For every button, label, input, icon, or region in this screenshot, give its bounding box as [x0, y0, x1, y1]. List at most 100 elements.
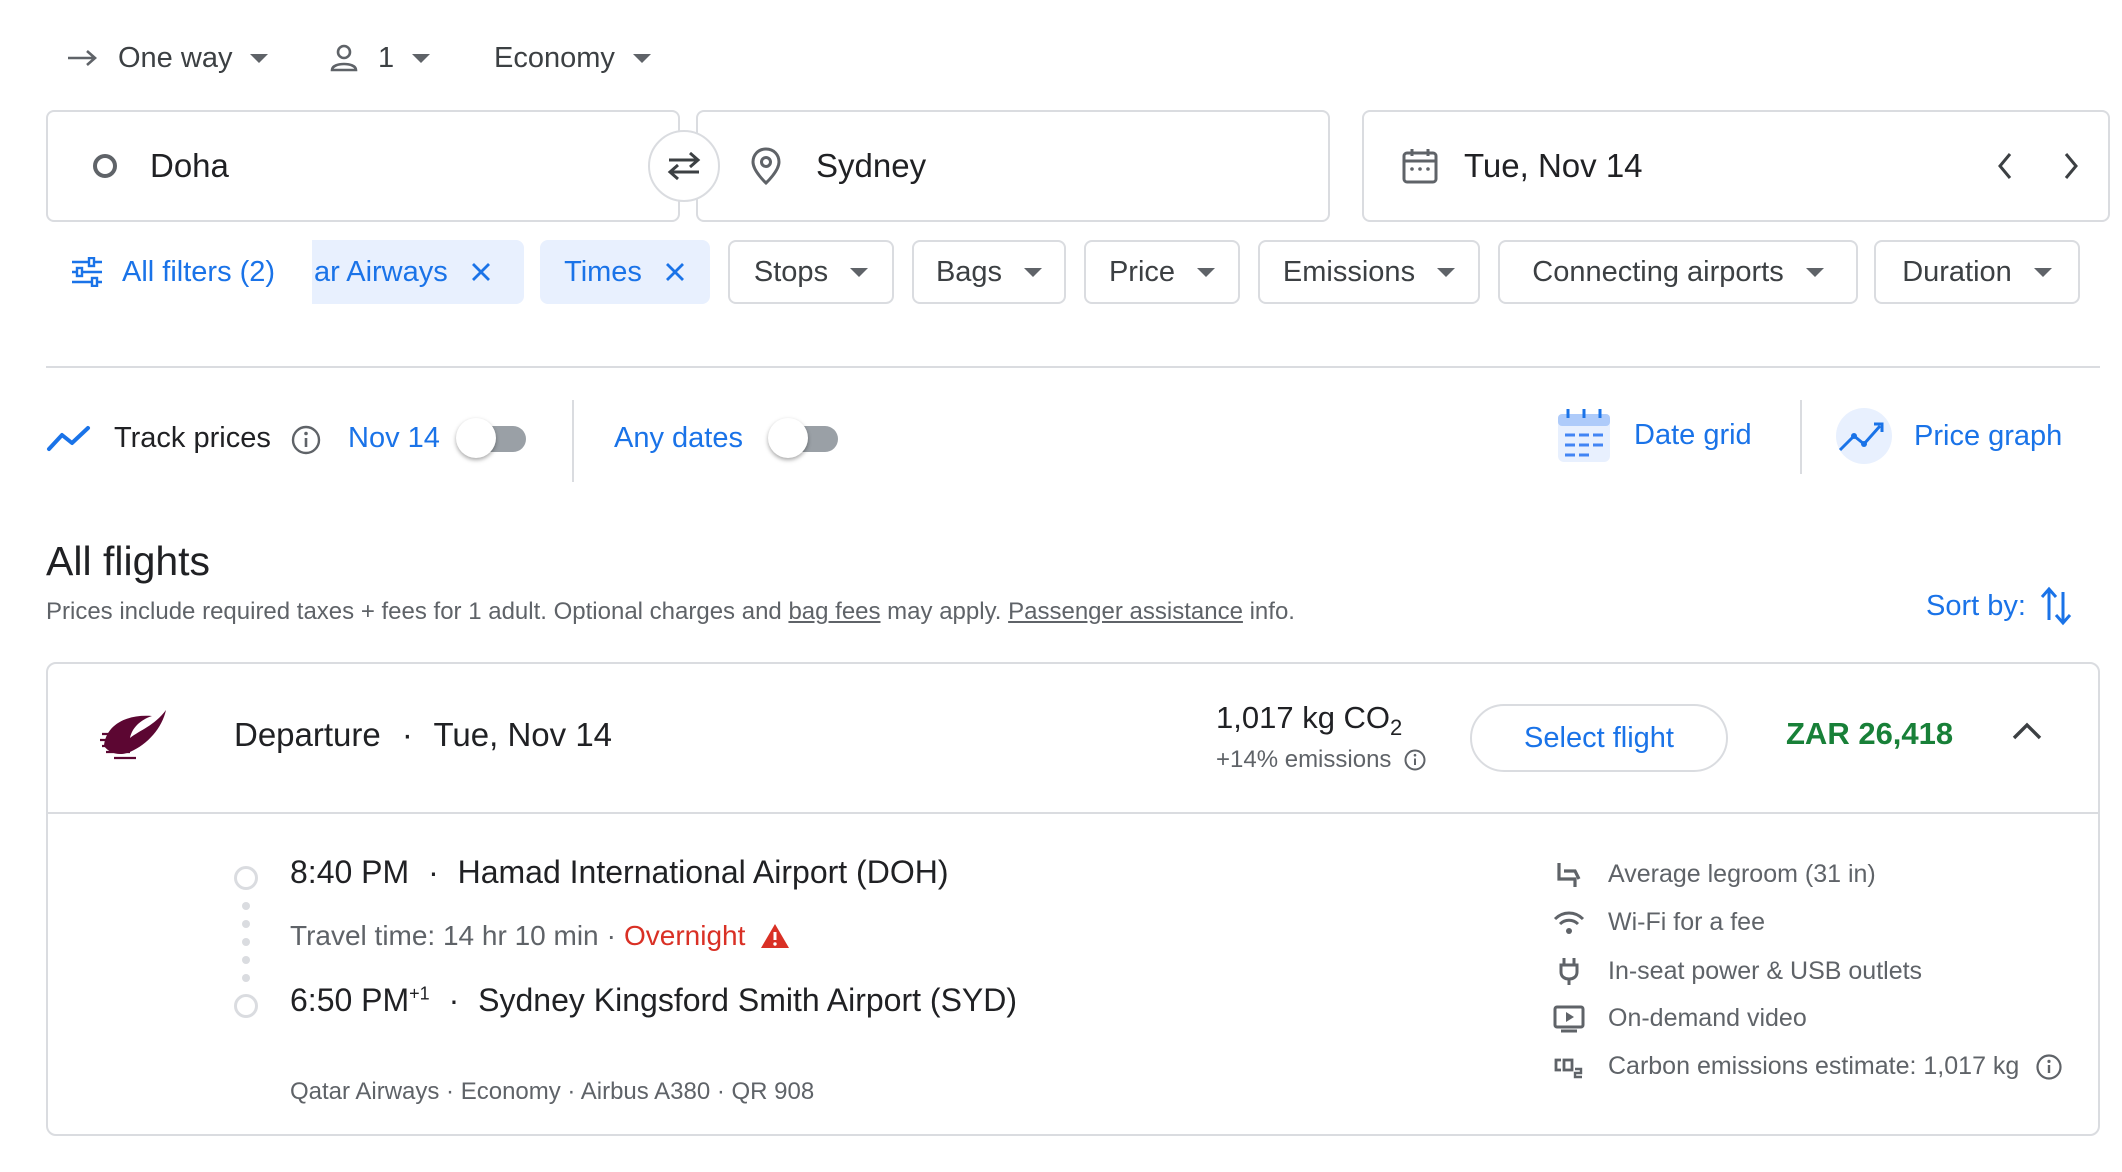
departure-heading: Departure · Tue, Nov 14	[234, 716, 612, 754]
passenger-assistance-link[interactable]: Passenger assistance	[1008, 598, 1243, 625]
emissions-delta-label: +14% emissions	[1216, 746, 1392, 773]
departure-airport: Hamad International Airport (DOH)	[457, 854, 949, 890]
origin-value: Doha	[150, 147, 229, 184]
departure-time: 8:40 PM	[290, 854, 410, 890]
caret-down-icon	[1437, 267, 1456, 277]
caret-down-icon	[2033, 267, 2052, 277]
timeline-dot	[242, 920, 250, 928]
times-filter-label: Times	[564, 255, 642, 288]
price-graph-label: Price graph	[1914, 419, 2063, 452]
separator-dot: ·	[606, 920, 616, 951]
caret-down-icon	[1024, 267, 1043, 277]
person-icon	[328, 42, 360, 74]
price-filter-label: Price	[1108, 255, 1176, 288]
trip-type-label: One way	[118, 41, 233, 74]
stops-filter-chip[interactable]: Stops	[728, 240, 894, 304]
duration-filter-chip[interactable]: Duration	[1874, 240, 2080, 304]
arrival-segment: 6:50 PM+1 · Sydney Kingsford Smith Airpo…	[290, 982, 1017, 1019]
co2-icon	[1552, 1055, 1586, 1079]
amenity-power: In-seat power & USB outlets	[1552, 956, 1922, 986]
disclaimer-text: info.	[1242, 598, 1295, 625]
airline-filter-chip[interactable]: ar Airways	[312, 240, 524, 304]
timeline-dot	[242, 974, 250, 982]
select-flight-button[interactable]: Select flight	[1470, 704, 1728, 772]
info-icon[interactable]	[290, 424, 322, 456]
seat-icon	[1552, 861, 1586, 889]
caret-down-icon	[412, 53, 431, 63]
airline-filter-label: ar Airways	[314, 255, 448, 288]
amenity-wifi: Wi-Fi for a fee	[1552, 908, 1765, 937]
connecting-airports-filter-label: Connecting airports	[1532, 255, 1784, 288]
any-dates-toggle[interactable]	[768, 418, 844, 458]
duration-filter-label: Duration	[1902, 255, 2012, 288]
emissions-filter-chip[interactable]: Emissions	[1258, 240, 1480, 304]
bags-filter-chip[interactable]: Bags	[912, 240, 1066, 304]
timeline-dot	[242, 902, 250, 910]
chevron-up-icon[interactable]	[2010, 720, 2044, 742]
departure-date-input[interactable]: Tue, Nov 14	[1362, 110, 2110, 222]
bag-fees-link[interactable]: bag fees	[788, 598, 880, 625]
destination-value: Sydney	[816, 147, 927, 184]
caret-down-icon	[1197, 267, 1216, 277]
chevron-right-icon[interactable]	[2058, 148, 2082, 184]
sort-by-label: Sort by:	[1926, 589, 2026, 622]
date-grid-button[interactable]: Date grid	[1556, 406, 1752, 464]
travel-time: Travel time: 14 hr 10 min	[290, 920, 599, 951]
timeline-dot	[242, 938, 250, 946]
emissions-subscript: 2	[1390, 715, 1403, 741]
destination-input[interactable]: Sydney	[696, 110, 1330, 222]
separator-dot: ·	[401, 716, 413, 753]
emissions-value: 1,017 kg CO2	[1216, 700, 1402, 741]
timeline-end-dot	[234, 994, 258, 1018]
all-filters-label: All filters (2)	[122, 255, 276, 288]
close-icon[interactable]	[664, 261, 686, 283]
times-filter-chip[interactable]: Times	[540, 240, 710, 304]
close-icon[interactable]	[470, 261, 492, 283]
origin-input[interactable]: Doha	[46, 110, 680, 222]
info-icon[interactable]	[2035, 1053, 2063, 1081]
timeline-dot	[242, 956, 250, 964]
departure-date: Tue, Nov 14	[433, 716, 613, 753]
page-title: All flights	[46, 538, 211, 584]
flight-card: Departure · Tue, Nov 14 1,017 kg CO2 +14…	[46, 662, 2100, 1136]
amenity-legroom: Average legroom (31 in)	[1552, 860, 1876, 889]
overnight-label: Overnight	[623, 920, 746, 951]
trending-line-icon	[46, 424, 92, 454]
amenity-label: Wi-Fi for a fee	[1608, 908, 1765, 936]
arrival-airport: Sydney Kingsford Smith Airport (SYD)	[478, 982, 1018, 1018]
trip-type-select[interactable]: One way	[66, 36, 269, 80]
location-pin-icon	[750, 146, 782, 186]
amenity-label: Carbon emissions estimate: 1,017 kg	[1608, 1052, 2020, 1080]
arrow-right-icon	[66, 48, 100, 68]
departure-label: Departure	[234, 716, 381, 753]
flight-price: ZAR 26,418	[1786, 716, 1954, 751]
origin-circle-icon	[90, 151, 120, 181]
sort-by-button[interactable]: Sort by:	[1926, 584, 2074, 628]
connecting-airports-filter-chip[interactable]: Connecting airports	[1498, 240, 1858, 304]
date-grid-label: Date grid	[1634, 418, 1752, 451]
chevron-left-icon[interactable]	[1994, 148, 2018, 184]
amenity-label: Average legroom (31 in)	[1608, 860, 1876, 888]
passengers-select[interactable]: 1	[328, 36, 431, 80]
warning-icon	[759, 922, 791, 950]
cabin-class-select[interactable]: Economy	[494, 36, 651, 80]
all-filters-button[interactable]: All filters (2)	[70, 240, 275, 304]
price-graph-button[interactable]: Price graph	[1834, 406, 2062, 466]
swap-arrows-icon	[663, 149, 705, 183]
disclaimer-text: may apply.	[880, 598, 1009, 625]
caret-down-icon	[250, 53, 269, 63]
flight-details: Qatar Airways · Economy · Airbus A380 · …	[290, 1078, 815, 1105]
price-filter-chip[interactable]: Price	[1084, 240, 1240, 304]
info-icon[interactable]	[1403, 748, 1427, 772]
swap-locations-button[interactable]	[648, 130, 720, 202]
wifi-icon	[1552, 910, 1586, 936]
tune-sliders-icon	[70, 257, 104, 287]
separator-dot: ·	[448, 982, 460, 1018]
travel-time-row: Travel time: 14 hr 10 min · Overnight	[290, 920, 791, 952]
price-graph-icon	[1834, 406, 1894, 466]
vertical-divider	[572, 400, 574, 482]
bags-filter-label: Bags	[935, 255, 1003, 288]
timeline-start-dot	[234, 866, 258, 890]
track-prices-toggle[interactable]	[456, 418, 532, 458]
power-plug-icon	[1552, 956, 1586, 986]
